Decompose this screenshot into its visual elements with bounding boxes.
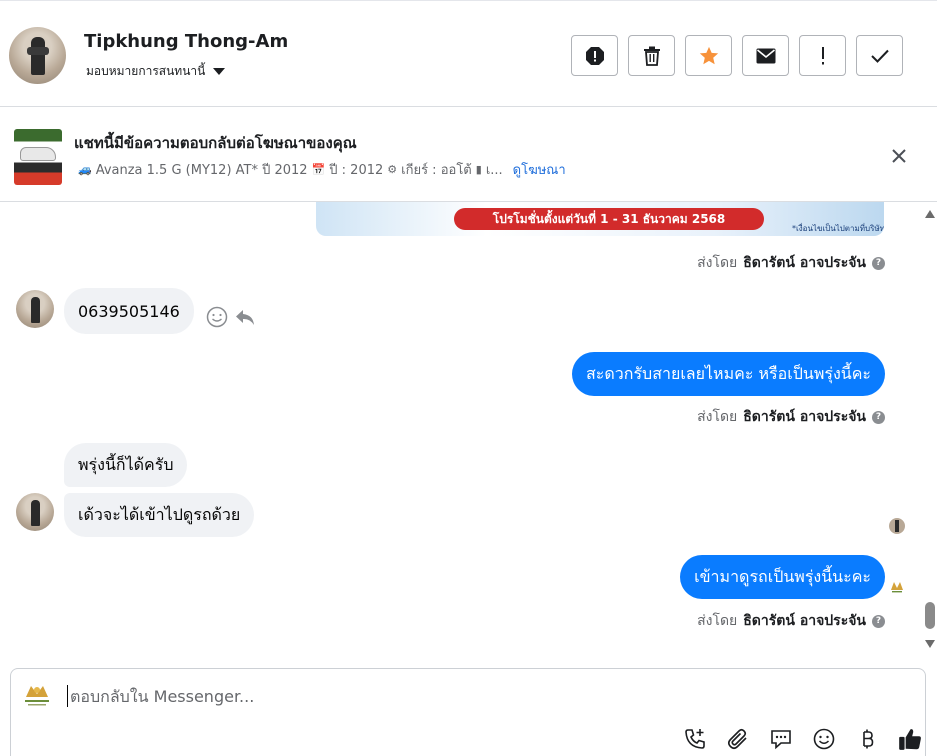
message-composer — [10, 668, 926, 756]
message-bubble-incoming[interactable]: พรุ่งนี้ก็ได้ครับ — [64, 443, 188, 487]
avatar[interactable] — [9, 27, 66, 84]
reply-icon[interactable] — [234, 306, 256, 328]
sent-by-name: ธิดารัตน์ อาจประจัน — [743, 613, 866, 629]
sent-by-prefix: ส่งโดย — [697, 409, 738, 425]
octagon-alert-icon — [585, 46, 604, 65]
scrollbar-thumb[interactable] — [925, 602, 935, 629]
ad-thumbnail[interactable] — [14, 129, 62, 185]
ad-desc-model: Avanza 1.5 G (MY12) AT* ปี 2012 — [95, 163, 308, 178]
sent-by-name: ธิดารัตน์ อาจประจัน — [743, 409, 866, 425]
calendar-icon: 📅 — [311, 163, 326, 176]
caret-down-icon — [213, 68, 226, 75]
emoji-button[interactable] — [802, 725, 845, 753]
thumbs-up-icon — [898, 729, 921, 750]
message-bubble-incoming[interactable]: 0639505146 — [64, 288, 194, 334]
smile-icon — [813, 728, 834, 750]
star-button[interactable] — [685, 35, 732, 76]
delete-button[interactable] — [628, 35, 675, 76]
help-icon[interactable]: ? — [872, 614, 885, 628]
paperclip-icon — [727, 728, 747, 750]
read-receipt-logo-icon — [891, 582, 903, 593]
message-bubble-incoming[interactable]: เด้วจะได้เข้าไปดูรถด้วย — [64, 493, 255, 537]
ad-context-banner: แชทนี้มีข้อความตอบกลับต่อโฆษณาของคุณ 🚙 A… — [0, 107, 937, 202]
scroll-up-arrow-icon[interactable] — [925, 210, 935, 218]
exclamation-icon — [821, 46, 824, 64]
payment-button[interactable] — [845, 725, 888, 753]
fuel-icon: ▮ — [475, 163, 482, 176]
page-logo-icon — [25, 686, 49, 706]
star-icon — [699, 46, 718, 64]
trash-icon — [643, 46, 660, 66]
ad-desc-more: เ... — [485, 163, 503, 178]
view-ad-link[interactable]: ดูโฆษณา — [513, 159, 566, 180]
chat-bubble-icon — [770, 730, 791, 750]
conversation-header: Tipkhung Thong-Am มอบหมายการสนทนานี้ — [0, 0, 937, 107]
ad-desc-year: ปี : 2012 — [329, 163, 384, 178]
message-scrollbar[interactable] — [922, 202, 937, 654]
message-bubble-outgoing[interactable]: เข้ามาดูรถเป็นพรุ่งนี้นะคะ — [680, 555, 885, 599]
help-icon[interactable]: ? — [872, 410, 885, 424]
avatar[interactable] — [16, 290, 54, 328]
message-actions — [206, 306, 256, 328]
call-add-icon — [684, 729, 705, 749]
sent-by-prefix: ส่งโดย — [697, 255, 738, 271]
promo-image-message[interactable]: โปรโมชั่นตั้งแต่วันที่ 1 - 31 ธันวาคม 25… — [316, 202, 884, 236]
baht-icon — [862, 729, 873, 749]
reply-input[interactable] — [67, 685, 767, 707]
scroll-down-arrow-icon[interactable] — [925, 640, 935, 648]
contact-name[interactable]: Tipkhung Thong-Am — [84, 31, 288, 52]
help-icon[interactable]: ? — [872, 256, 885, 270]
close-ad-banner-button[interactable] — [886, 143, 912, 169]
follow-up-button[interactable] — [799, 35, 846, 76]
promo-footnote: *เงื่อนไขเป็นไปตามที่บริษัทฯ กำหนด — [792, 224, 884, 233]
sent-by-prefix: ส่งโดย — [697, 613, 738, 629]
saved-replies-button[interactable] — [759, 725, 802, 753]
assign-conversation-dropdown[interactable]: มอบหมายการสนทนานี้ — [86, 62, 226, 81]
composer-toolbar — [673, 725, 931, 753]
envelope-icon — [756, 48, 775, 63]
car-icon: 🚙 — [78, 163, 92, 176]
close-icon — [892, 149, 906, 163]
promo-text: โปรโมชั่นตั้งแต่วันที่ 1 - 31 ธันวาคม 25… — [454, 208, 764, 230]
check-icon — [870, 49, 889, 63]
smile-icon[interactable] — [206, 306, 228, 328]
mark-unread-button[interactable] — [742, 35, 789, 76]
ad-desc-gear: เกียร์ : ออโต้ — [401, 163, 472, 178]
sent-by-label: ส่งโดย ธิดารัตน์ อาจประจัน ? — [697, 406, 885, 428]
ad-title: แชทนี้มีข้อความตอบกลับต่อโฆษณาของคุณ — [74, 134, 357, 152]
message-bubble-outgoing[interactable]: สะดวกรับสายเลยไหมคะ หรือเป็นพรุ่งนี้คะ — [572, 352, 885, 396]
like-button[interactable] — [888, 725, 931, 753]
spam-button[interactable] — [571, 35, 618, 76]
sent-by-label: ส่งโดย ธิดารัตน์ อาจประจัน ? — [697, 252, 885, 274]
call-add-button[interactable] — [673, 725, 716, 753]
message-list[interactable]: โปรโมชั่นตั้งแต่วันที่ 1 - 31 ธันวาคม 25… — [0, 202, 922, 654]
inbox-conversation: Tipkhung Thong-Am มอบหมายการสนทนานี้ แชท… — [0, 0, 937, 756]
read-receipt-avatar — [889, 518, 905, 534]
sent-by-label: ส่งโดย ธิดารัตน์ อาจประจัน ? — [697, 610, 885, 632]
gear-icon: ⚙ — [387, 163, 398, 176]
avatar[interactable] — [16, 493, 54, 531]
assign-label: มอบหมายการสนทนานี้ — [86, 64, 206, 78]
attach-button[interactable] — [716, 725, 759, 753]
done-button[interactable] — [856, 35, 903, 76]
sent-by-name: ธิดารัตน์ อาจประจัน — [743, 255, 866, 271]
ad-description: 🚙 Avanza 1.5 G (MY12) AT* ปี 2012 📅 ปี :… — [74, 159, 566, 180]
